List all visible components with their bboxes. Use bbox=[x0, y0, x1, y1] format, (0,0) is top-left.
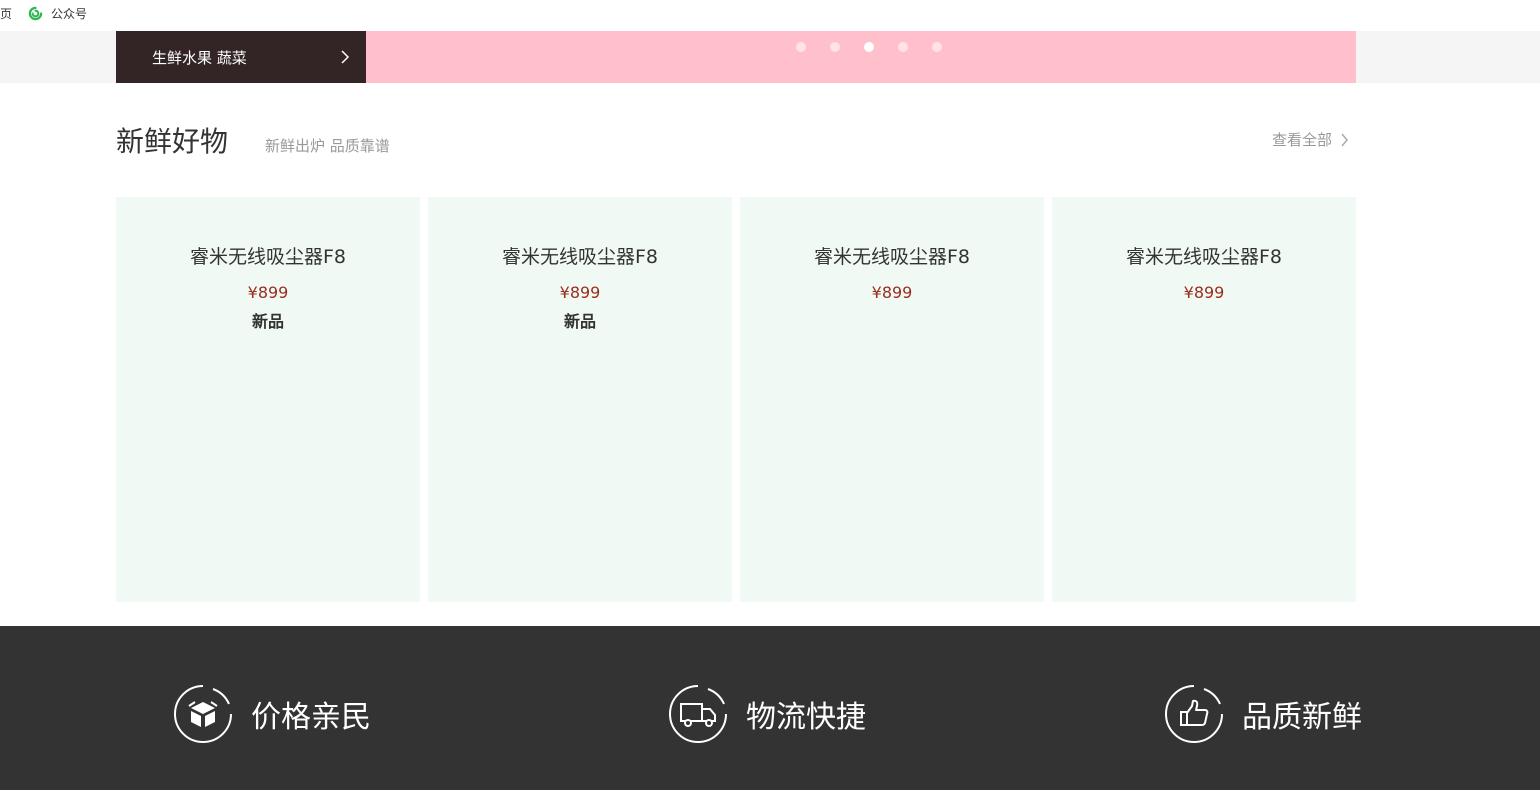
carousel-dot[interactable] bbox=[932, 42, 942, 52]
product-name: 睿米无线吸尘器F8 bbox=[813, 246, 971, 268]
view-all-label: 查看全部 bbox=[1272, 131, 1333, 149]
bookmarks-bar: 页 公众号 bbox=[0, 0, 1540, 30]
product-card[interactable]: 睿米无线吸尘器F8 ¥899 新品 bbox=[116, 197, 420, 602]
service-label: 物流快捷 bbox=[746, 700, 866, 735]
product-tag: 新品 bbox=[251, 312, 284, 331]
chevron-right-icon bbox=[1341, 133, 1348, 146]
thumbs-up-icon bbox=[1165, 685, 1223, 743]
product-name: 睿米无线吸尘器F8 bbox=[501, 246, 659, 268]
product-tag: 新品 bbox=[563, 312, 596, 331]
carousel-dot[interactable] bbox=[864, 42, 874, 52]
product-card[interactable]: 睿米无线吸尘器F8 ¥899 新品 bbox=[428, 197, 732, 602]
product-card[interactable]: 睿米无线吸尘器F8 ¥899 bbox=[740, 197, 1044, 602]
product-card[interactable]: 睿米无线吸尘器F8 ¥899 bbox=[1052, 197, 1356, 602]
product-name: 睿米无线吸尘器F8 bbox=[189, 246, 347, 268]
bookmark-home-label[interactable]: 页 bbox=[0, 5, 12, 22]
carousel-dot[interactable] bbox=[898, 42, 908, 52]
product-price: ¥899 bbox=[247, 283, 289, 302]
product-price: ¥899 bbox=[871, 283, 913, 302]
service-label: 品质新鲜 bbox=[1242, 700, 1362, 735]
truck-icon bbox=[669, 685, 727, 743]
section-subtitle: 新鲜出炉 品质靠谱 bbox=[265, 137, 390, 155]
carousel-dot[interactable] bbox=[830, 42, 840, 52]
carousel-banner[interactable] bbox=[366, 31, 1356, 83]
section-title: 新鲜好物 bbox=[116, 125, 229, 158]
carousel-dot[interactable] bbox=[796, 42, 806, 52]
category-label: 生鲜水果 蔬菜 bbox=[152, 49, 247, 67]
carousel-indicators bbox=[796, 42, 942, 52]
service-item-quality: 品质新鲜 bbox=[1164, 684, 1362, 744]
product-price: ¥899 bbox=[1183, 283, 1225, 302]
product-price: ¥899 bbox=[559, 283, 601, 302]
category-menu-item[interactable]: 生鲜水果 蔬菜 bbox=[116, 31, 366, 83]
bookmark-official-account[interactable]: 公众号 bbox=[28, 4, 87, 22]
service-bar: 价格亲民 物流快捷 品质新鲜 bbox=[0, 626, 1540, 790]
product-name: 睿米无线吸尘器F8 bbox=[1125, 246, 1283, 268]
view-all-link[interactable]: 查看全部 bbox=[1272, 129, 1349, 150]
chevron-right-icon bbox=[341, 50, 350, 64]
service-item-logistics: 物流快捷 bbox=[668, 684, 866, 744]
service-item-price: 价格亲民 bbox=[173, 684, 371, 744]
box-icon bbox=[174, 685, 232, 743]
wechat-logo-icon bbox=[28, 6, 43, 20]
service-label: 价格亲民 bbox=[251, 700, 371, 735]
bookmark-label: 公众号 bbox=[51, 6, 88, 21]
